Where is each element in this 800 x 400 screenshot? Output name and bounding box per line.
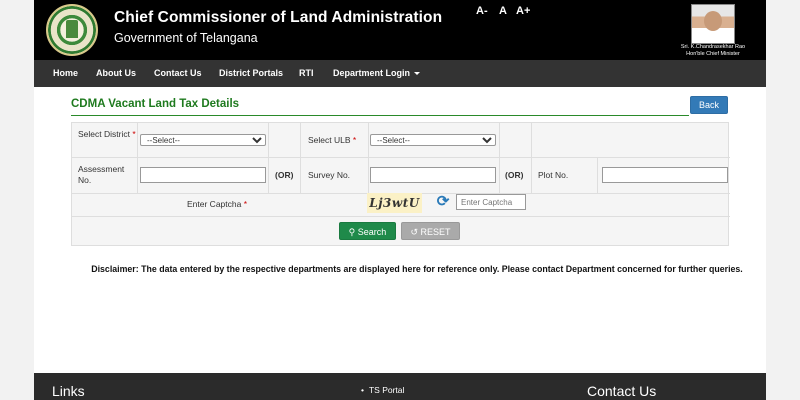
font-decrease-button[interactable]: A-: [476, 5, 488, 17]
site-title: Chief Commissioner of Land Administratio…: [114, 9, 443, 26]
nav-rti[interactable]: RTI: [299, 60, 314, 87]
search-button[interactable]: ⚲ Search: [339, 222, 396, 240]
select-ulb-label-text: Select ULB: [308, 135, 351, 145]
or-separator: (OR): [505, 170, 524, 180]
page-title: CDMA Vacant Land Tax Details: [71, 98, 240, 110]
footer-ts-portal-link[interactable]: TS Portal: [361, 385, 404, 395]
cm-name: Sri. K.Chandrasekhar Rao: [680, 44, 746, 50]
plot-no-input[interactable]: [602, 167, 728, 183]
nav-district-portals[interactable]: District Portals: [219, 60, 283, 87]
select-ulb-label: Select ULB *: [308, 135, 356, 146]
font-increase-button[interactable]: A+: [516, 5, 530, 17]
assessment-no-label: Assessment No.: [78, 164, 125, 185]
captcha-label: Enter Captcha *: [187, 199, 247, 210]
caret-down-icon: [414, 72, 421, 76]
nav-department-login[interactable]: Department Login: [333, 60, 421, 87]
back-button[interactable]: Back: [690, 96, 728, 114]
footer-links-heading: Links: [52, 383, 85, 399]
ulb-select[interactable]: --Select--: [370, 134, 496, 146]
or-separator: (OR): [275, 170, 294, 180]
assessment-no-input[interactable]: [140, 167, 266, 183]
refresh-captcha-icon[interactable]: ⟳: [435, 194, 451, 210]
required-mark: *: [243, 199, 248, 209]
site-footer: Links TS Portal Contact Us: [34, 373, 766, 400]
chief-minister-photo: [691, 4, 735, 44]
undo-icon: ↺: [410, 227, 418, 237]
telangana-emblem-logo: [46, 4, 98, 56]
title-divider: [71, 115, 689, 116]
site-subtitle: Government of Telangana: [114, 31, 258, 45]
required-mark: *: [132, 129, 136, 139]
nav-home[interactable]: Home: [53, 60, 78, 87]
nav-contact-us[interactable]: Contact Us: [154, 60, 202, 87]
survey-no-input[interactable]: [370, 167, 496, 183]
captcha-image: Lj3wtU: [367, 193, 422, 213]
reset-button-label: RESET: [420, 227, 451, 237]
page: Chief Commissioner of Land Administratio…: [34, 0, 766, 400]
search-button-label: Search: [357, 227, 387, 237]
font-reset-button[interactable]: A: [499, 5, 507, 17]
plot-no-label: Plot No.: [538, 170, 569, 180]
disclaimer-text: Disclaimer: The data entered by the resp…: [91, 264, 743, 274]
select-district-label: Select District *: [78, 129, 138, 140]
required-mark: *: [352, 135, 357, 145]
main-nav: Home About Us Contact Us District Portal…: [34, 60, 766, 87]
nav-about-us[interactable]: About Us: [96, 60, 136, 87]
site-header: Chief Commissioner of Land Administratio…: [34, 0, 766, 60]
search-icon: ⚲: [348, 227, 356, 237]
reset-button[interactable]: ↺ RESET: [401, 222, 460, 240]
chief-minister-caption: Sri. K.Chandrasekhar Rao Hon'ble Chief M…: [646, 44, 780, 58]
survey-no-label: Survey No.: [308, 170, 351, 180]
cm-designation: Hon'ble Chief Minister: [686, 51, 740, 57]
select-district-label-text: Select District: [78, 129, 130, 139]
nav-department-login-label: Department Login: [333, 68, 411, 78]
captcha-input[interactable]: [456, 194, 526, 210]
district-select[interactable]: --Select--: [140, 134, 266, 146]
captcha-label-text: Enter Captcha: [187, 199, 242, 209]
footer-contact-heading: Contact Us: [587, 383, 657, 399]
